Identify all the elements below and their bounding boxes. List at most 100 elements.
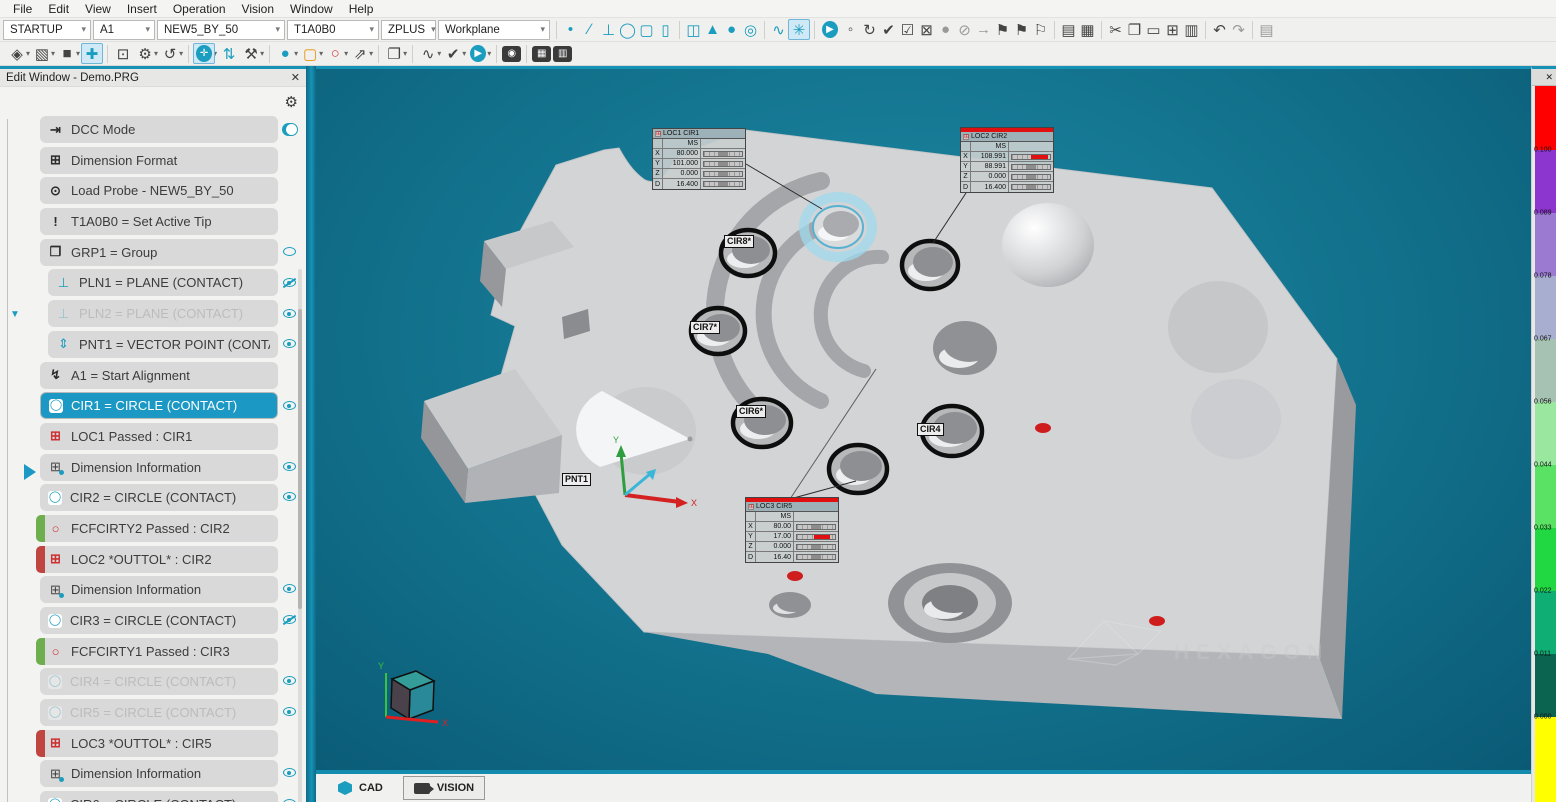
menu-file[interactable]: File (6, 1, 39, 17)
rotate-view-icon[interactable]: ↺ (159, 43, 181, 64)
cmd-dim-info-1[interactable]: ⊞Dimension Information (40, 454, 278, 481)
paste-icon[interactable]: ▭ (1144, 19, 1163, 40)
graph-icon[interactable]: ⇗ (349, 43, 371, 64)
alignment-select[interactable]: STARTUP▾ (3, 20, 91, 40)
measurement-box-loc1[interactable]: ⊞LOC1 CIR1 MS X80.000 Y101.000 Z0.000 D1… (652, 128, 746, 190)
camera-icon[interactable]: ◉ (502, 46, 521, 62)
feature-tag-cir8[interactable]: CIR8* (724, 235, 754, 248)
cmd-loc1[interactable]: ⊞LOC1 Passed : CIR1 (40, 423, 278, 450)
copy-window-icon[interactable]: ❐ (383, 43, 405, 64)
curve-feature-icon[interactable]: ∿ (769, 19, 788, 40)
eye-icon[interactable] (283, 768, 296, 777)
cmd-dcc-mode[interactable]: ⇥DCC Mode (40, 116, 278, 143)
auto-feature-icon[interactable]: ✳ (788, 19, 810, 40)
scrollbar-thumb[interactable] (298, 309, 302, 609)
tab-vision[interactable]: VISION (403, 776, 485, 800)
probe-select[interactable]: NEW5_BY_50▾ (157, 20, 285, 40)
eye-slash-icon[interactable] (283, 615, 296, 624)
cmd-pln1[interactable]: ⊥PLN1 = PLANE (CONTACT) (48, 269, 278, 296)
feature-tag-cir6[interactable]: CIR6* (736, 405, 766, 418)
feature-tag-pnt1[interactable]: PNT1 (562, 473, 591, 486)
menu-help[interactable]: Help (342, 1, 381, 17)
menu-window[interactable]: Window (283, 1, 340, 17)
eye-icon[interactable] (283, 339, 296, 348)
eye-icon[interactable] (283, 492, 296, 501)
panel-scrollbar[interactable] (298, 269, 302, 802)
report-window-icon[interactable]: ▥ (553, 46, 572, 62)
stop-icon[interactable]: ● (936, 19, 955, 40)
bookmark-next-icon[interactable]: ⚑ (1012, 19, 1031, 40)
cmd-fcfcirty1[interactable]: ○FCFCIRTY1 Passed : CIR3 (40, 638, 278, 665)
tip-select[interactable]: T1A0B0▾ (287, 20, 379, 40)
execute-icon[interactable]: ▶ (467, 43, 489, 64)
round-slot-feature-icon[interactable]: ▢ (637, 19, 656, 40)
eye-icon[interactable] (283, 676, 296, 685)
mark-done-icon[interactable]: ☑ (898, 19, 917, 40)
eye-icon[interactable] (283, 707, 296, 716)
close-icon[interactable]: ✕ (1545, 72, 1553, 83)
cmd-group-grp1[interactable]: ❒GRP1 = Group (40, 239, 278, 266)
torus-feature-icon[interactable]: ◎ (741, 19, 760, 40)
cmd-cir2[interactable]: ◯CIR2 = CIRCLE (CONTACT) (40, 484, 278, 511)
probe-toolbox-icon[interactable]: ⚒ (240, 43, 262, 64)
clipboard-grid-icon[interactable]: ▥ (1182, 19, 1201, 40)
dcc-toggle[interactable] (282, 123, 298, 136)
execute-program-icon[interactable]: ▶ (819, 19, 841, 40)
cmd-load-probe[interactable]: ⊙Load Probe - NEW5_BY_50 (40, 177, 278, 204)
sphere-feature-icon[interactable]: ● (722, 19, 741, 40)
loop-execution-icon[interactable]: ↻ (860, 19, 879, 40)
line-feature-icon[interactable]: ∕ (580, 19, 599, 40)
clear-marked-icon[interactable]: ⊠ (917, 19, 936, 40)
report-window-icon[interactable]: ▦ (1078, 19, 1097, 40)
feature-tag-cir7[interactable]: CIR7* (690, 321, 720, 334)
report-toggle-icon[interactable]: ▦ (532, 46, 551, 62)
eye-icon[interactable] (283, 584, 296, 593)
menu-insert[interactable]: Insert (120, 1, 164, 17)
sphere-tool-icon[interactable]: ● (274, 43, 296, 64)
menu-vision[interactable]: Vision (235, 1, 281, 17)
cmd-cir1[interactable]: ◯CIR1 = CIRCLE (CONTACT) (40, 392, 278, 419)
cmd-cir6[interactable]: ◯CIR6 = CIRCLE (CONTACT) (40, 791, 278, 802)
continue-icon[interactable]: → (974, 19, 993, 40)
cmd-dim-info-2[interactable]: ⊞Dimension Information (40, 576, 278, 603)
cmd-loc3[interactable]: ⊞LOC3 *OUTTOL* : CIR5 (40, 730, 278, 757)
gear-icon[interactable]: ⚙ (285, 93, 298, 111)
comment-icon[interactable]: ⊡ (112, 43, 134, 64)
settings-gears-icon[interactable]: ⚙ (134, 43, 156, 64)
undo-icon[interactable]: ↶ (1210, 19, 1229, 40)
menu-view[interactable]: View (78, 1, 118, 17)
cmd-cir4[interactable]: ◯CIR4 = CIRCLE (CONTACT) (40, 668, 278, 695)
circle-feature-icon[interactable]: ◯ (618, 19, 637, 40)
cmd-set-active-tip[interactable]: !T1A0B0 = Set Active Tip (40, 208, 278, 235)
cad-viewport[interactable]: X Y Y X HEXAGON CIR8* CIR7* CIR6* CIR4 (316, 66, 1531, 774)
workplane-select[interactable]: Workplane▾ (438, 20, 550, 40)
menu-operation[interactable]: Operation (166, 1, 233, 17)
cmd-loc2[interactable]: ⊞LOC2 *OUTTOL* : CIR2 (40, 546, 278, 573)
cmd-start-alignment[interactable]: ↯A1 = Start Alignment (40, 362, 278, 389)
eye-icon[interactable] (283, 401, 296, 410)
done-icon[interactable]: ✔ (879, 19, 898, 40)
confirm-icon[interactable]: ✔ (442, 43, 464, 64)
menu-edit[interactable]: Edit (41, 1, 76, 17)
tab-cad[interactable]: CAD (328, 776, 393, 800)
square-slot-feature-icon[interactable]: ▯ (656, 19, 675, 40)
print-icon[interactable]: ▤ (1257, 19, 1276, 40)
workplane-axis-select[interactable]: ZPLUS▾ (381, 20, 436, 40)
cmd-fcfcirty2[interactable]: ○FCFCIRTY2 Passed : CIR2 (40, 515, 278, 542)
cmd-pnt1[interactable]: ⇕PNT1 = VECTOR POINT (CONTACT) (48, 331, 278, 358)
cmd-cir3[interactable]: ◯CIR3 = CIRCLE (CONTACT) (40, 607, 278, 634)
cir1-highlighted-circle[interactable] (804, 197, 872, 257)
translate-view-icon[interactable]: ✛ (193, 43, 215, 64)
cmd-cir5[interactable]: ◯CIR5 = CIRCLE (CONTACT) (40, 699, 278, 726)
close-icon[interactable]: ✕ (291, 71, 300, 84)
view-orientation-icon[interactable]: ◈ (6, 43, 28, 64)
pan-icon[interactable]: ✚ (81, 43, 103, 64)
measurement-box-loc3[interactable]: ⊞LOC3 CIR5 MS X80.00 Y17.00 Z0.000 D16.4… (745, 497, 839, 563)
shaded-view-icon[interactable]: ■ (56, 43, 78, 64)
circle-select-icon[interactable]: ○ (324, 43, 346, 64)
point-feature-icon[interactable]: • (561, 19, 580, 40)
path-icon[interactable]: ∿ (417, 43, 439, 64)
panel-splitter[interactable] (306, 66, 316, 802)
probe-mode-icon[interactable]: ⇅ (218, 43, 240, 64)
eye-icon[interactable] (283, 247, 296, 256)
